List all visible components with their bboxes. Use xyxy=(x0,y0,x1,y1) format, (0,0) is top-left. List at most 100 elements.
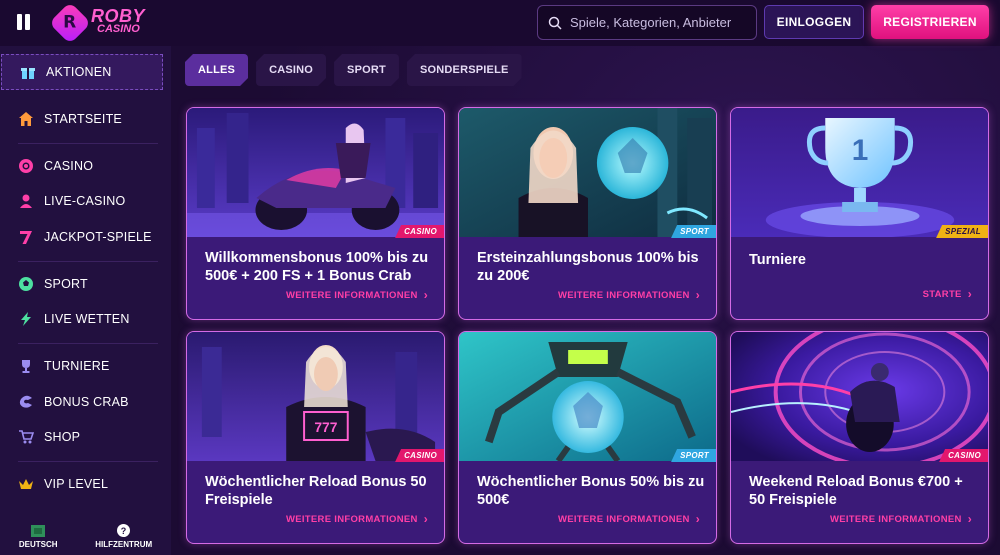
chevron-right-icon: › xyxy=(423,288,428,302)
more-info-link[interactable]: WEITERE INFORMATIONEN › xyxy=(830,512,972,526)
more-info-link[interactable]: WEITERE INFORMATIONEN › xyxy=(558,512,700,526)
sidebar-item-casino[interactable]: CASINO xyxy=(0,148,171,184)
promo-image-tunnel-bike xyxy=(731,332,988,461)
sidebar-item-vip-level[interactable]: VIP LEVEL xyxy=(0,466,171,502)
promo-title: Ersteinzahlungsbonus 100% bis zu 200€ xyxy=(477,250,699,284)
more-info-link[interactable]: WEITERE INFORMATIONEN › xyxy=(286,512,428,526)
search-box[interactable] xyxy=(537,5,757,40)
promo-title: Wöchentlicher Reload Bonus 50 Freispiele xyxy=(205,474,427,508)
sidebar-item-sport[interactable]: SPORT xyxy=(0,266,171,302)
start-label: STARTE xyxy=(922,288,962,300)
promo-title: Weekend Reload Bonus €700 + 50 Freispiel… xyxy=(749,474,963,508)
football-icon xyxy=(18,276,34,292)
divider xyxy=(18,261,158,262)
tab-casino[interactable]: CASINO xyxy=(256,54,326,86)
promo-image-rider-woman: 777 xyxy=(187,332,444,461)
divider xyxy=(18,343,158,344)
help-label: HILFZENTRUM xyxy=(95,540,153,549)
chevron-right-icon: › xyxy=(967,512,972,526)
tab-sport[interactable]: SPORT xyxy=(334,54,399,86)
seven-icon xyxy=(18,229,34,245)
promo-card-weekly-bonus[interactable]: SPORT Wöchentlicher Bonus 50% bis zu 500… xyxy=(458,331,717,544)
logo-icon: R xyxy=(48,1,92,45)
more-info-link[interactable]: WEITERE INFORMATIONEN › xyxy=(286,288,428,302)
sidebar-item-startseite[interactable]: STARTSEITE xyxy=(0,101,171,137)
filter-tabs: ALLES CASINO SPORT SONDERSPIELE xyxy=(185,54,522,86)
tab-alles[interactable]: ALLES xyxy=(185,54,248,86)
sidebar-item-label: STARTSEITE xyxy=(44,112,122,126)
promo-image-trophy: 1 xyxy=(731,108,988,237)
sidebar: AKTIONEN STARTSEITE CASINO LIVE-CASINO J… xyxy=(0,46,171,555)
category-badge: SPORT xyxy=(671,225,716,238)
sidebar-item-label: JACKPOT-SPIELE xyxy=(44,230,152,244)
sidebar-item-label: TURNIERE xyxy=(44,359,110,373)
chevron-right-icon: › xyxy=(967,287,972,301)
gift-icon xyxy=(20,64,36,80)
promo-card-tournaments[interactable]: 1 SPEZIAL Turniere STARTE › xyxy=(730,107,989,320)
divider xyxy=(18,461,158,462)
sidebar-item-label: LIVE-CASINO xyxy=(44,194,126,208)
promo-image-motorbike xyxy=(187,108,444,237)
help-center-link[interactable]: ? HILFZENTRUM xyxy=(95,524,152,549)
promo-card-welcome[interactable]: CASINO Willkommensbonus 100% bis zu 500€… xyxy=(186,107,445,320)
chip-icon xyxy=(18,158,34,174)
category-badge: SPEZIAL xyxy=(936,225,988,238)
logo[interactable]: R ROBY CASINO xyxy=(48,1,146,45)
tab-sonderspiele[interactable]: SONDERSPIELE xyxy=(407,54,522,86)
register-button[interactable]: REGISTRIEREN xyxy=(871,5,989,39)
more-info-label: WEITERE INFORMATIONEN xyxy=(557,513,690,525)
promo-image-football-woman xyxy=(459,108,716,237)
sidebar-item-aktionen[interactable]: AKTIONEN xyxy=(1,54,163,90)
promo-image-robot-ball xyxy=(459,332,716,461)
sidebar-item-label: CASINO xyxy=(44,159,94,173)
category-badge: CASINO xyxy=(939,449,988,462)
sidebar-item-label: BONUS CRAB xyxy=(44,395,129,409)
chevron-right-icon: › xyxy=(423,512,428,526)
chevron-right-icon: › xyxy=(695,288,700,302)
sidebar-item-shop[interactable]: SHOP xyxy=(0,419,171,455)
top-bar: R ROBY CASINO EINLOGGEN REGISTRIEREN xyxy=(0,0,1000,46)
search-icon xyxy=(548,16,562,30)
start-link[interactable]: STARTE › xyxy=(923,287,972,301)
trophy-icon xyxy=(18,358,34,374)
logo-line1: ROBY xyxy=(91,6,146,26)
more-info-label: WEITERE INFORMATIONEN xyxy=(285,513,418,525)
crab-icon xyxy=(18,394,34,410)
sidebar-item-label: SHOP xyxy=(44,430,81,444)
promo-title: Willkommensbonus 100% bis zu 500€ + 200 … xyxy=(205,250,429,284)
promo-card-weekend-reload[interactable]: CASINO Weekend Reload Bonus €700 + 50 Fr… xyxy=(730,331,989,544)
language-selector[interactable]: DEUTSCH xyxy=(19,524,58,549)
home-icon xyxy=(18,111,34,127)
sidebar-item-live-casino[interactable]: LIVE-CASINO xyxy=(0,183,171,219)
sidebar-footer: DEUTSCH ? HILFZENTRUM xyxy=(0,518,171,555)
chevron-right-icon: › xyxy=(695,512,700,526)
sidebar-item-bonus-crab[interactable]: BONUS CRAB xyxy=(0,384,171,420)
sidebar-item-turniere[interactable]: TURNIERE xyxy=(0,348,171,384)
category-badge: SPORT xyxy=(671,449,716,462)
promo-title: Turniere xyxy=(749,252,806,268)
crown-icon xyxy=(18,476,34,492)
sidebar-item-label: SPORT xyxy=(44,277,88,291)
sidebar-item-jackpot-spiele[interactable]: JACKPOT-SPIELE xyxy=(0,219,171,255)
dealer-icon xyxy=(18,193,34,209)
flag-icon xyxy=(31,524,46,537)
category-badge: CASINO xyxy=(395,449,444,462)
sidebar-toggle-button[interactable] xyxy=(17,14,35,32)
lightning-icon xyxy=(18,311,34,327)
category-badge: CASINO xyxy=(395,225,444,238)
login-button[interactable]: EINLOGGEN xyxy=(764,5,864,39)
more-info-label: WEITERE INFORMATIONEN xyxy=(285,289,418,301)
promo-card-first-deposit[interactable]: SPORT Ersteinzahlungsbonus 100% bis zu 2… xyxy=(458,107,717,320)
more-info-label: WEITERE INFORMATIONEN xyxy=(557,289,690,301)
svg-text:?: ? xyxy=(121,526,127,536)
help-icon: ? xyxy=(117,524,131,537)
sidebar-item-live-wetten[interactable]: LIVE WETTEN xyxy=(0,301,171,337)
divider xyxy=(18,143,158,144)
sidebar-item-label: AKTIONEN xyxy=(46,65,112,79)
more-info-label: WEITERE INFORMATIONEN xyxy=(829,513,962,525)
more-info-link[interactable]: WEITERE INFORMATIONEN › xyxy=(558,288,700,302)
sidebar-item-label: VIP LEVEL xyxy=(44,477,109,491)
promo-title: Wöchentlicher Bonus 50% bis zu 500€ xyxy=(477,474,705,508)
promo-card-weekly-reload[interactable]: 777 CASINO Wöchentlicher Reload Bonus 50… xyxy=(186,331,445,544)
search-input[interactable] xyxy=(570,15,750,30)
